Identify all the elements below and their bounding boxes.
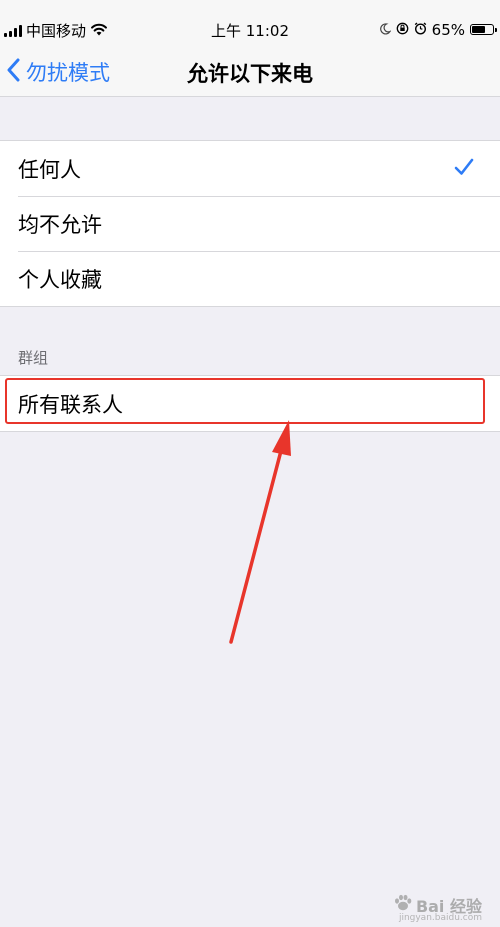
option-label: 任何人 xyxy=(18,157,81,182)
battery-percent: 65% xyxy=(431,20,465,39)
option-no-one[interactable]: 均不允许 xyxy=(0,196,500,251)
page-title: 允许以下来电 xyxy=(187,62,313,86)
allow-calls-options: 任何人 均不允许 个人收藏 xyxy=(0,140,500,307)
status-right: 65% xyxy=(379,20,497,39)
navigation-bar: 勿扰模式 允许以下来电 xyxy=(0,46,500,97)
option-label: 均不允许 xyxy=(18,212,102,237)
option-label: 所有联系人 xyxy=(18,392,123,417)
option-label: 个人收藏 xyxy=(18,267,102,292)
option-anyone[interactable]: 任何人 xyxy=(0,141,500,196)
option-favorites[interactable]: 个人收藏 xyxy=(0,251,500,306)
rotation-lock-icon xyxy=(396,20,409,39)
groups-list: 所有联系人 xyxy=(0,375,500,432)
battery-icon xyxy=(470,24,497,35)
moon-icon xyxy=(379,20,392,39)
checkmark-icon xyxy=(454,157,474,181)
option-all-contacts[interactable]: 所有联系人 xyxy=(0,376,500,431)
watermark-url: jingyan.baidu.com xyxy=(398,913,482,923)
status-bar: 中国移动 上午 11:02 65% xyxy=(0,0,500,46)
section-header-groups: 群组 xyxy=(18,349,49,367)
baidu-watermark: Bai 经验 jingyan.baidu.com xyxy=(393,893,482,923)
alarm-icon xyxy=(414,20,427,39)
battery-level xyxy=(472,26,485,33)
